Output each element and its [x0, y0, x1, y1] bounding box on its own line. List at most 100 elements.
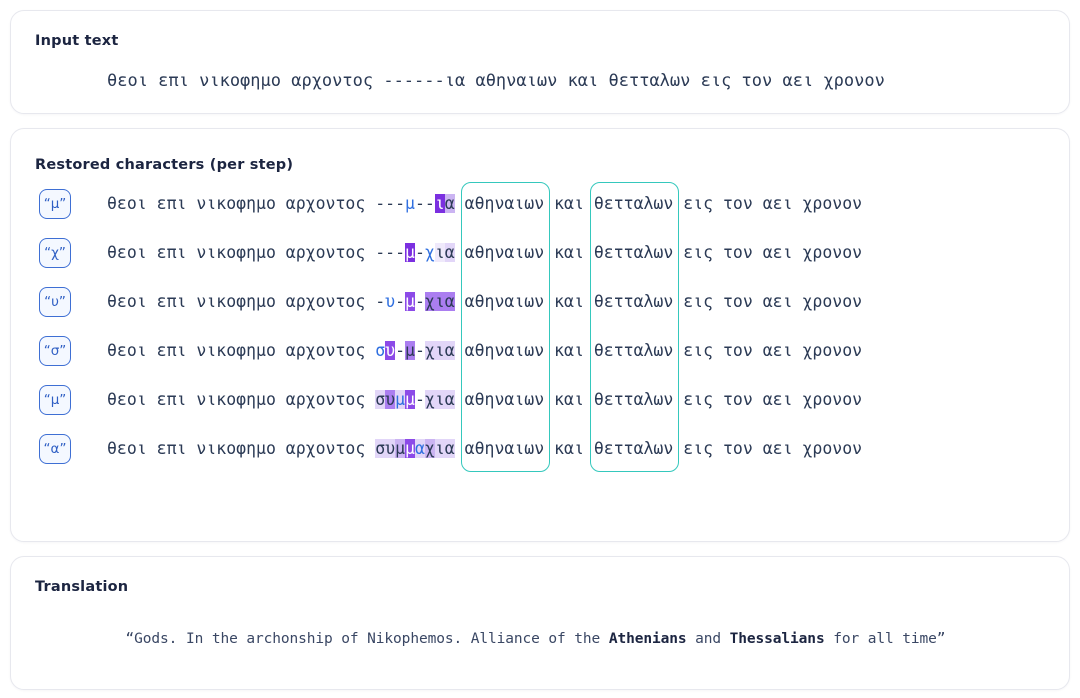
step-prefix-text: θεοι επι νικοφημο αρχοντος [107, 390, 376, 409]
gap-char: ι [434, 439, 445, 458]
step-text: θεοι επι νικοφημο αρχοντος συμμ-χια αθην… [107, 390, 862, 409]
word-kai: και [554, 194, 584, 213]
word-athenians: αθηναιων [464, 243, 545, 262]
word-athenians: αθηναιων [464, 292, 545, 311]
gap-char: - [414, 341, 425, 360]
gap-char: ι [434, 243, 445, 262]
step-text: θεοι επι νικοφημο αρχοντος ---μ-χια αθην… [107, 243, 862, 262]
step-badge[interactable]: “μ” [39, 384, 71, 415]
gap-char: σ [375, 390, 386, 409]
gap-char: ι [434, 341, 445, 360]
gap-char: α [444, 390, 455, 409]
word-athenians: αθηναιων [464, 390, 545, 409]
gap-char: μ [405, 341, 415, 360]
input-text-card: Input text θεοι επι νικοφημο αρχοντος --… [10, 10, 1070, 114]
gap-char: - [375, 292, 386, 311]
step-badge[interactable]: “α” [39, 433, 71, 464]
restored-char-new: σ [375, 341, 386, 360]
word-kai: και [554, 341, 584, 360]
step-prefix-text: θεοι επι νικοφημο αρχοντος [107, 439, 376, 458]
step-badge[interactable]: “υ” [39, 286, 71, 317]
gap-char: α [444, 341, 455, 360]
gap-char: - [414, 243, 425, 262]
step-badge[interactable]: “μ” [39, 188, 71, 219]
gap-char: χ [424, 439, 435, 458]
step-text: θεοι επι νικοφημο αρχοντος ---μ--ια αθην… [107, 194, 862, 213]
gap-char: ι [434, 390, 445, 409]
restored-gap: ---μ-χια [375, 243, 455, 262]
gap-char: - [395, 292, 406, 311]
gap-char: χ [424, 390, 435, 409]
translation-title: Translation [35, 579, 129, 595]
gap-char: α [444, 243, 455, 262]
gap-char: χ [424, 292, 435, 311]
restored-char-new: μ [395, 390, 406, 409]
step-badge[interactable]: “σ” [39, 335, 71, 366]
step-tail-text: εις τον αει χρονον [673, 439, 863, 458]
restored-gap: -υ-μ-χια [375, 292, 455, 311]
restored-char-new: χ [424, 243, 435, 262]
gap-char: μ [405, 243, 415, 262]
gap-char: μ [395, 439, 406, 458]
restored-gap: ---μ--ια [375, 194, 455, 213]
step-prefix-text: θεοι επι νικοφημο αρχοντος [107, 194, 376, 213]
gap-char: - [375, 243, 386, 262]
step-tail-text: εις τον αει χρονον [673, 292, 863, 311]
input-text-value: θεοι επι νικοφημο αρχοντος ------ια αθην… [107, 71, 885, 91]
step-tail-text: εις τον αει χρονον [673, 194, 863, 213]
word-athenians: αθηναιων [464, 439, 545, 458]
word-kai: και [554, 439, 584, 458]
translation-bold-thessalians: Thessalians [729, 631, 825, 647]
word-athenians: αθηναιων [464, 341, 545, 360]
gap-char: - [424, 194, 435, 213]
gap-char: - [395, 243, 406, 262]
step-tail-text: εις τον αει χρονον [673, 341, 863, 360]
gap-char: - [395, 194, 406, 213]
restored-char-new: μ [405, 194, 415, 213]
gap-char: χ [424, 341, 435, 360]
step-badge[interactable]: “χ” [39, 237, 71, 268]
step-tail-text: εις τον αει χρονον [673, 390, 863, 409]
step-text: θεοι επι νικοφημο αρχοντος -υ-μ-χια αθην… [107, 292, 862, 311]
step-row: “α” θεοι επι νικοφημο αρχοντος συμμαχια α… [35, 424, 1045, 473]
gap-char: υ [385, 390, 396, 409]
input-text-title: Input text [35, 33, 119, 49]
word-thessalians: θετταλων [593, 292, 674, 311]
step-tail-text: εις τον αει χρονον [673, 243, 863, 262]
translation-part-1: “Gods. In the archonship of Nikophemos. … [125, 631, 609, 647]
translation-part-3: for all time” [824, 631, 946, 647]
gap-char: - [385, 243, 396, 262]
translation-bold-athenians: Athenians [608, 631, 687, 647]
step-row: “χ” θεοι επι νικοφημο αρχοντος ---μ-χια α… [35, 228, 1045, 277]
restored-char-new: α [414, 439, 425, 458]
gap-char: υ [385, 439, 396, 458]
gap-char: μ [405, 292, 415, 311]
step-row: “υ” θεοι επι νικοφημο αρχοντος -υ-μ-χια α… [35, 277, 1045, 326]
restored-gap: συμμαχια [375, 439, 455, 458]
word-thessalians: θετταλων [593, 243, 674, 262]
step-prefix-text: θεοι επι νικοφημο αρχοντος [107, 341, 376, 360]
word-thessalians: θετταλων [593, 194, 674, 213]
word-kai: και [554, 292, 584, 311]
word-thessalians: θετταλων [593, 439, 674, 458]
word-athenians: αθηναιων [464, 194, 545, 213]
gap-char: ι [434, 292, 445, 311]
word-thessalians: θετταλων [593, 390, 674, 409]
step-row: “μ” θεοι επι νικοφημο αρχοντος συμμ-χια α… [35, 375, 1045, 424]
step-row: “σ” θεοι επι νικοφημο αρχοντος συ-μ-χια α… [35, 326, 1045, 375]
